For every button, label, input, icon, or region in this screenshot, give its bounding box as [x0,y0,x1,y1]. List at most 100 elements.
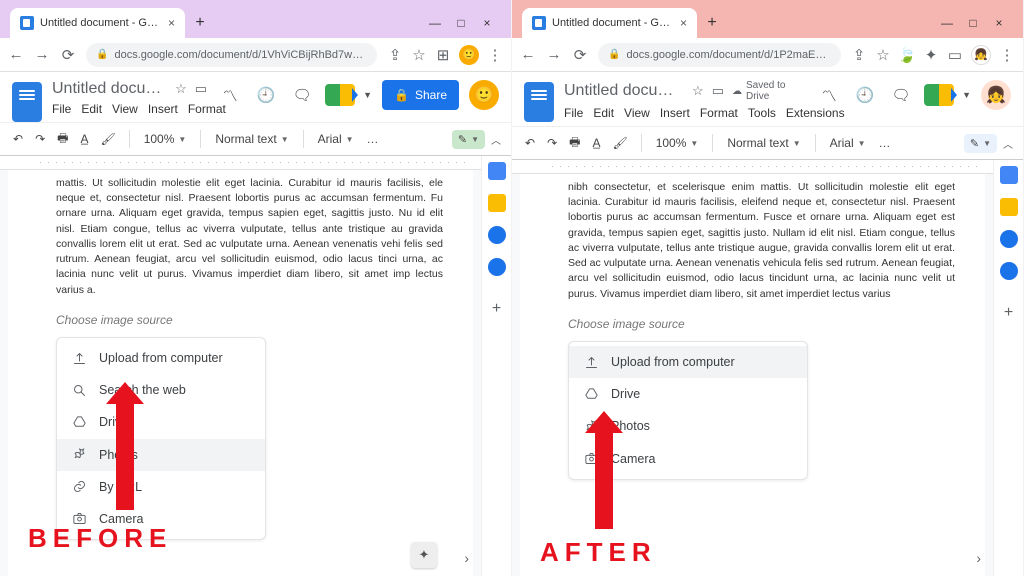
new-tab-button[interactable]: + [189,12,211,34]
close-tab-icon[interactable]: × [168,16,175,30]
trend-icon[interactable]: 〽 [816,82,842,108]
save-status[interactable]: ☁Saved to Drive [732,80,806,102]
menu-tools[interactable]: Tools [748,106,776,120]
close-tab-icon[interactable]: × [680,16,687,30]
menu-icon[interactable]: ⋮ [999,47,1015,63]
trend-icon[interactable]: 〽 [217,82,243,108]
move-icon[interactable]: ▭ [195,81,207,97]
document-title[interactable]: Untitled document [564,82,684,100]
calendar-icon[interactable] [488,162,506,180]
share-button[interactable]: 🔒 Share [382,80,459,110]
back-button[interactable]: ← [520,47,536,63]
font-dropdown[interactable]: Arial▼ [314,132,358,146]
ruler[interactable] [512,160,993,174]
print-button[interactable]: 🖶 [566,131,583,156]
ruler[interactable] [0,156,481,170]
address-bar[interactable]: 🔒 docs.google.com/document/d/1P2maEsUIHS… [598,43,841,67]
docs-logo-icon[interactable] [12,82,42,122]
extensions-icon[interactable]: ⊞ [435,47,451,63]
option-drive[interactable]: Drive [57,406,265,438]
share-icon[interactable]: ⇪ [387,47,403,63]
star-icon[interactable]: ☆ [692,83,704,99]
contacts-icon[interactable] [488,258,506,276]
spellcheck-button[interactable]: A̲ [589,134,603,152]
new-tab-button[interactable]: + [701,12,723,34]
print-button[interactable]: 🖶 [54,127,71,152]
star-icon[interactable]: ☆ [175,81,187,97]
more-tools-button[interactable]: … [364,130,382,148]
option-search-web[interactable]: Search the web [57,374,265,406]
reading-list-icon[interactable]: ▭ [947,47,963,63]
window-maximize-button[interactable]: □ [967,16,979,30]
style-dropdown[interactable]: Normal text▼ [723,136,804,150]
editing-mode-button[interactable]: ✎▼ [964,134,997,153]
window-close-button[interactable]: × [481,16,493,30]
menu-insert[interactable]: Insert [148,102,178,116]
collapse-toolbar-button[interactable]: ︿ [491,132,501,147]
option-upload[interactable]: Upload from computer [569,346,807,378]
docs-logo-icon[interactable] [524,82,554,122]
window-maximize-button[interactable]: □ [455,16,467,30]
menu-file[interactable]: File [564,106,583,120]
option-by-url[interactable]: By URL [57,471,265,503]
history-icon[interactable]: 🕘 [253,82,279,108]
forward-button[interactable]: → [34,47,50,63]
address-bar[interactable]: 🔒 docs.google.com/document/d/1VhViCBijRh… [86,43,377,67]
share-icon[interactable]: ⇪ [851,47,867,63]
menu-insert[interactable]: Insert [660,106,690,120]
addons-button[interactable]: + [492,300,501,318]
tasks-icon[interactable] [488,226,506,244]
explore-button[interactable]: ✦ [411,542,437,568]
undo-button[interactable]: ↶ [10,130,26,148]
side-panel-toggle[interactable]: › [976,550,981,566]
extension-icon[interactable]: 🍃 [899,47,915,63]
back-button[interactable]: ← [8,47,24,63]
document-page[interactable]: nibh consectetur, et scelerisque enim ma… [520,174,985,576]
window-close-button[interactable]: × [993,16,1005,30]
profile-avatar[interactable]: 🙂 [459,45,479,65]
account-avatar[interactable]: 🙂 [469,80,499,110]
window-minimize-button[interactable]: — [429,16,441,30]
reload-button[interactable]: ⟳ [572,47,588,63]
addons-button[interactable]: + [1004,304,1013,322]
move-icon[interactable]: ▭ [712,83,724,99]
menu-edit[interactable]: Edit [593,106,614,120]
zoom-dropdown[interactable]: 100%▼ [652,136,703,150]
style-dropdown[interactable]: Normal text▼ [211,132,292,146]
contacts-icon[interactable] [1000,262,1018,280]
option-upload[interactable]: Upload from computer [57,342,265,374]
account-avatar[interactable]: 👧 [981,80,1011,110]
document-title[interactable]: Untitled docum… [52,80,167,98]
redo-button[interactable]: ↷ [544,134,560,152]
meet-dropdown-icon[interactable]: ▼ [363,90,372,100]
star-icon[interactable]: ☆ [411,47,427,63]
collapse-toolbar-button[interactable]: ︿ [1003,136,1013,151]
window-minimize-button[interactable]: — [941,16,953,30]
extensions-icon[interactable]: ✦ [923,47,939,63]
paint-format-button[interactable]: 🖌 [609,134,630,152]
keep-icon[interactable] [1000,198,1018,216]
meet-dropdown-icon[interactable]: ▼ [962,90,971,100]
meet-icon[interactable] [325,84,355,106]
spellcheck-button[interactable]: A̲ [77,130,91,148]
menu-format[interactable]: Format [700,106,738,120]
option-photos[interactable]: Photos [57,439,265,471]
comment-icon[interactable]: 🗨 [289,82,315,108]
menu-edit[interactable]: Edit [81,102,102,116]
redo-button[interactable]: ↷ [32,130,48,148]
side-panel-toggle[interactable]: › [464,550,469,566]
option-drive[interactable]: Drive [569,378,807,410]
history-icon[interactable]: 🕘 [852,82,878,108]
reload-button[interactable]: ⟳ [60,47,76,63]
keep-icon[interactable] [488,194,506,212]
comment-icon[interactable]: 🗨 [888,82,914,108]
menu-view[interactable]: View [112,102,138,116]
document-page[interactable]: mattis. Ut sollicitudin molestie elit eg… [8,170,473,576]
editing-mode-button[interactable]: ✎▼ [452,130,485,149]
tasks-icon[interactable] [1000,230,1018,248]
meet-icon[interactable] [924,84,954,106]
paint-format-button[interactable]: 🖌 [97,130,118,148]
menu-view[interactable]: View [624,106,650,120]
menu-file[interactable]: File [52,102,71,116]
font-dropdown[interactable]: Arial▼ [826,136,870,150]
